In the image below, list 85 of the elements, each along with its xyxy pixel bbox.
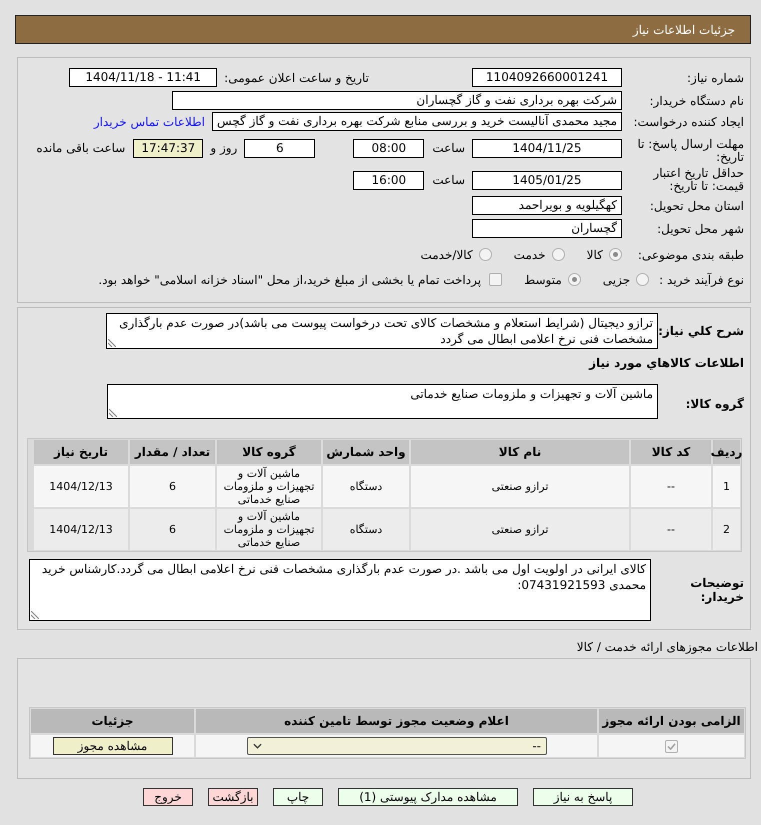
table-cell: --	[631, 466, 711, 507]
radio-label: کالا/خدمت	[420, 246, 473, 264]
reply-button[interactable]: پاسخ به نیاز	[533, 788, 633, 806]
table-cell: 6	[130, 466, 215, 507]
column-header: گروه کالا	[217, 440, 321, 464]
field-label: ساعت	[432, 140, 465, 157]
field-label: ایجاد کننده درخواست:	[633, 114, 744, 130]
field-label: شماره نیاز:	[687, 70, 744, 86]
section-title: اطلاعات كالاهاي مورد نياز	[589, 356, 744, 370]
field-label: نوع فرآیند خرید :	[659, 272, 744, 288]
page-title: جزئیات اطلاعات نیاز	[632, 22, 735, 38]
resize-grip-icon[interactable]	[108, 339, 116, 347]
table-cell: ترازو صنعتی	[411, 466, 629, 507]
radio-button[interactable]	[636, 273, 650, 286]
status-select[interactable]: --	[247, 737, 547, 755]
field-label: طبقه بندی موضوعی:	[638, 246, 744, 264]
table-cell: 1404/12/13	[34, 509, 128, 550]
radio-label: متوسط	[524, 272, 562, 288]
requester-field[interactable]: مجید محمدی آنالیست خرید و بررسی منابع شرکت بهره برداری نفت و گاز گچس	[212, 112, 622, 131]
attachments-button[interactable]: مشاهده مدارک پیوستی (1)	[338, 788, 518, 806]
column-header: ردیف	[713, 440, 740, 464]
table-cell: 1404/12/13	[34, 466, 128, 507]
table-cell: دستگاه	[323, 509, 409, 550]
table-cell: دستگاه	[323, 466, 409, 507]
buyer-contact-link[interactable]: اطلاعات تماس خریدار	[94, 112, 206, 130]
city-field[interactable]: گچساران	[472, 219, 622, 238]
column-header: تعداد / مقدار	[130, 440, 215, 464]
column-header: الزامی بودن ارائه مجوز	[599, 709, 744, 733]
table-cell: 2	[713, 509, 740, 550]
resize-grip-icon[interactable]	[31, 611, 39, 619]
province-field[interactable]: کهگیلویه و بویراحمد	[472, 196, 622, 215]
validity-time-field[interactable]: 16:00	[353, 171, 424, 190]
column-header: تاریخ نیاز	[34, 440, 128, 464]
print-button[interactable]: چاپ	[273, 788, 323, 806]
checkbox-label: پرداخت تمام یا بخشی از مبلغ خرید،از محل "اسناد خزانه اسلامی" خواهد بود.	[98, 272, 482, 288]
field-label: ساعت	[432, 172, 465, 189]
resize-grip-icon[interactable]	[109, 409, 117, 417]
checkbox[interactable]	[489, 273, 502, 286]
table-cell: ترازو صنعتی	[411, 509, 629, 550]
days-left-field[interactable]: 6	[244, 139, 316, 158]
description-textarea[interactable]: ترازو دیجیتال (شرایط استعلام و مشخصات کالای تحت درخواست پیوست می باشد)در صورت عدم بارگذاری مشخصات فنی نرخ اعلامی ابطال می گردد	[106, 313, 658, 349]
table-cell: 1	[713, 466, 740, 507]
field-label: توضیحات خریدار:	[689, 576, 744, 604]
time-left-field[interactable]: 17:47:37	[133, 139, 204, 158]
field-label: حداقل تاریخ اعتبار قیمت: تا تاریخ:	[652, 167, 744, 193]
group-textarea[interactable]: ماشین آلات و تجهیزات و ملزومات صنایع خدماتی	[107, 384, 658, 419]
field-label: نام دستگاه خریدار:	[650, 92, 744, 110]
table-cell: --	[631, 509, 711, 550]
field-label: استان محل تحویل:	[650, 198, 744, 214]
field-label: روز و	[210, 140, 238, 157]
announce-datetime-field[interactable]: 1404/11/18 - 11:41	[69, 68, 218, 87]
need-number-field[interactable]: 1104092660001241	[472, 68, 622, 87]
column-header: کد کالا	[631, 440, 711, 464]
field-label: گروه كالا:	[686, 396, 744, 412]
radio-button[interactable]	[608, 248, 622, 261]
exit-button[interactable]: خروج	[143, 788, 193, 806]
radio-label: جزیی	[602, 272, 630, 288]
table-cell: 6	[130, 509, 215, 550]
field-label: مهلت ارسال پاسخ: تا تاریخ:	[636, 138, 744, 164]
section-title: اطلاعات مجوزهای ارائه خدمت / کالا	[576, 640, 758, 654]
radio-label: خدمت	[514, 246, 546, 264]
column-header: نام کالا	[411, 440, 629, 464]
view-permit-button[interactable]: مشاهده مجوز	[52, 737, 172, 755]
back-button[interactable]: بازگشت	[208, 788, 258, 806]
caret-icon	[253, 743, 262, 749]
radio-button[interactable]	[552, 248, 565, 261]
validity-date-field[interactable]: 1405/01/25	[472, 171, 622, 190]
field-label: ساعت باقی مانده	[36, 140, 126, 157]
column-header: اعلام وضعیت مجوز توسط تامین کننده	[196, 709, 597, 733]
deadline-time-field[interactable]: 08:00	[353, 139, 424, 158]
column-header: واحد شمارش	[323, 440, 409, 464]
tick-icon	[667, 742, 676, 750]
table-cell: ماشین آلات و تجهیزات و ملزومات صنایع خدماتی	[217, 466, 321, 507]
radio-label: کالا	[586, 246, 603, 264]
column-header: جزئیات	[31, 709, 194, 733]
buyer-notes-textarea[interactable]: کالای ایرانی در اولویت اول می باشد .در صورت عدم بارگذاری مشخصات فنی نرخ اعلامی ابطال می گردد.کارشناس خرید محمدی 07431921593:	[29, 559, 651, 621]
field-label: شهر محل تحویل:	[657, 220, 744, 238]
field-label: شرح كلي نياز:	[658, 323, 744, 340]
field-label: تاریخ و ساعت اعلان عمومی:	[224, 70, 369, 86]
buyer-org-field[interactable]: شرکت بهره برداری نفت و گاز گچساران	[172, 91, 622, 110]
deadline-date-field[interactable]: 1404/11/25	[472, 139, 622, 158]
table-cell: ماشین آلات و تجهیزات و ملزومات صنایع خدماتی	[217, 509, 321, 550]
radio-button[interactable]	[568, 273, 581, 286]
radio-button[interactable]	[478, 248, 492, 261]
checkbox[interactable]	[665, 740, 678, 752]
